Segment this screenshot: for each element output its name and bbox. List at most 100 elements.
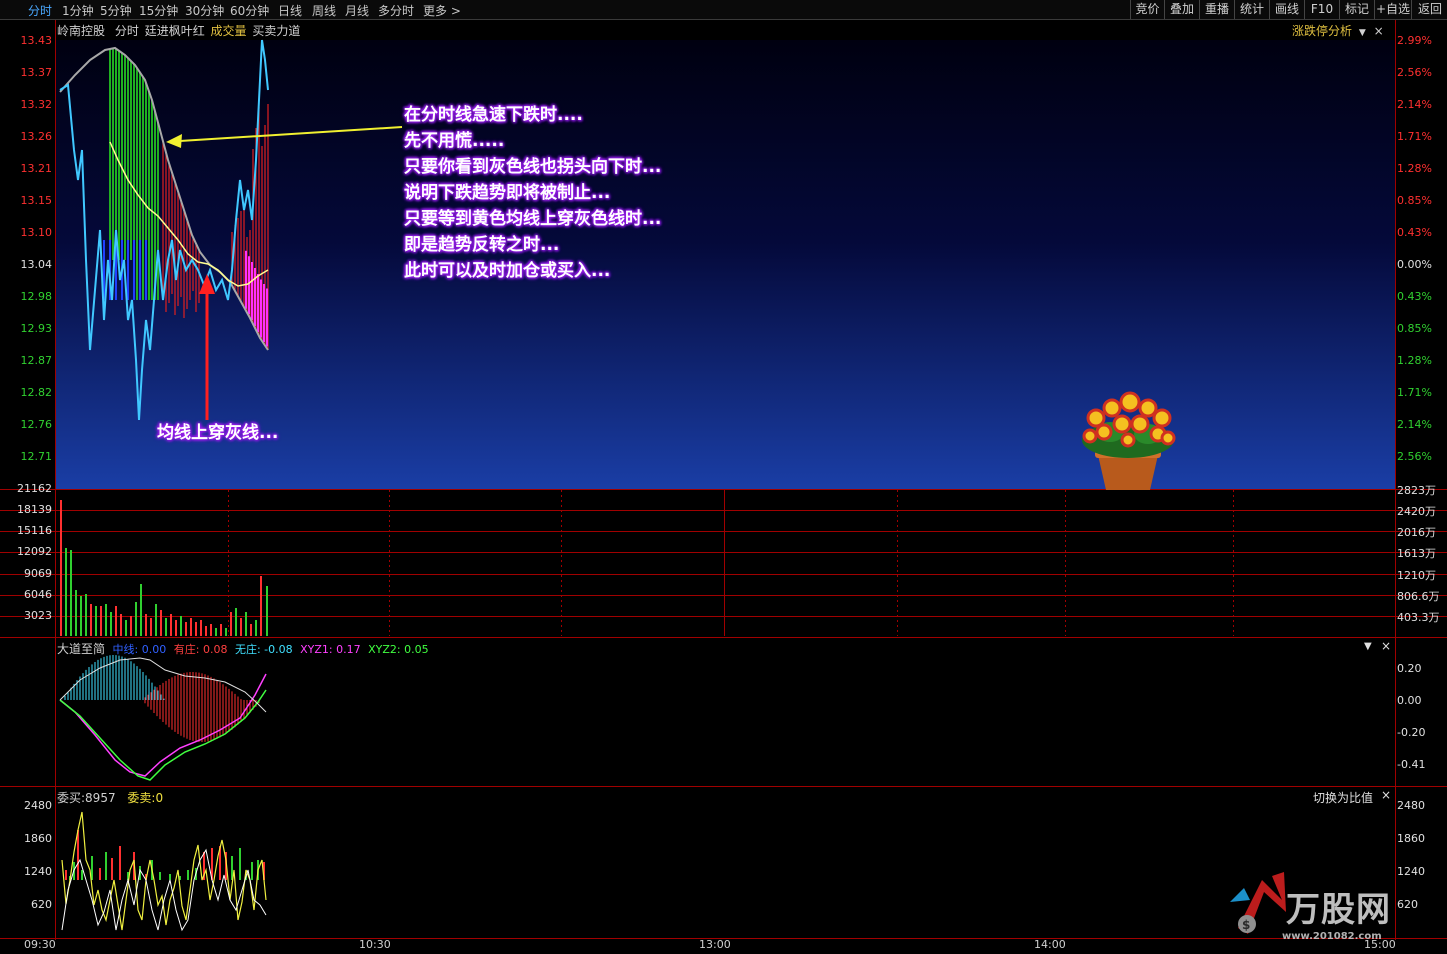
price-tick: 12.82 — [20, 386, 53, 399]
indicator-tick: -0.20 — [1397, 726, 1426, 739]
sell-order-label: 委卖: — [127, 791, 156, 805]
indicator-tick: 0.20 — [1397, 662, 1422, 675]
order-tick: 1860 — [1397, 832, 1425, 845]
close-icon[interactable]: × — [1381, 639, 1391, 653]
price-tick: 12.71 — [20, 450, 53, 463]
price-tick: 13.15 — [20, 194, 53, 207]
time-tick: 15:00 — [1364, 938, 1396, 951]
buy-order-value: 8957 — [85, 791, 116, 805]
pct-tick: 0.85% — [1397, 322, 1432, 335]
volume-amount-tick: 1613万 — [1397, 547, 1436, 560]
price-tick: 13.32 — [20, 98, 53, 111]
intraday-price-line — [59, 39, 269, 421]
indicator-tick: -0.41 — [1397, 758, 1426, 771]
pct-tick: 0.43% — [1397, 290, 1432, 303]
price-tick: 13.43 — [20, 34, 53, 47]
volume-tick: 21162 — [17, 482, 52, 495]
order-tick: 620 — [1397, 898, 1418, 911]
pct-tick: 0.43% — [1397, 226, 1432, 239]
order-header: 委买:8957 委卖:0 — [57, 789, 163, 806]
annotation-arrow-left — [166, 126, 403, 148]
watermark-brand: 万股网 — [1286, 890, 1391, 930]
price-tick: 12.76 — [20, 418, 53, 431]
flower-pot-image — [1082, 391, 1176, 490]
pct-tick: 2.56% — [1397, 450, 1432, 463]
volume-amount-tick: 403.3万 — [1397, 611, 1440, 624]
pct-tick: 2.99% — [1397, 34, 1432, 47]
annotation-line: 即是趋势反转之时... — [404, 235, 560, 255]
indicator-name[interactable]: 大道至简 — [57, 642, 105, 656]
close-icon[interactable]: × — [1374, 24, 1384, 38]
annotation-line: 在分时线急速下跌时.... — [404, 105, 583, 125]
order-tick: 2480 — [24, 799, 52, 812]
indicator-mid: 中线: 0.00 — [112, 643, 167, 656]
annotation-arrow-up — [199, 274, 215, 420]
volume-grid — [0, 510, 1447, 617]
sell-order-value: 0 — [155, 791, 164, 805]
chevron-down-icon[interactable]: ▼ — [1364, 641, 1372, 652]
pct-tick: 2.56% — [1397, 66, 1432, 79]
tab-volume[interactable]: 成交量 — [211, 24, 247, 38]
time-tick: 09:30 — [24, 938, 56, 951]
pct-tick: 1.28% — [1397, 354, 1432, 367]
pct-tick: 0.85% — [1397, 194, 1432, 207]
gray-trend-line — [59, 46, 269, 351]
volume-amount-tick: 2823万 — [1397, 484, 1436, 497]
volume-tick: 15116 — [17, 524, 52, 537]
switch-ratio-button[interactable]: 切换为比值 — [1313, 789, 1373, 806]
order-tick: 620 — [31, 898, 52, 911]
pct-tick: 1.71% — [1397, 130, 1432, 143]
chart-canvas: $ — [0, 20, 1447, 940]
annotation-line: 先不用慌..... — [404, 131, 505, 151]
cross-annotation: 均线上穿灰线... — [157, 423, 279, 443]
order-tick: 1240 — [24, 865, 52, 878]
price-tick: 13.10 — [20, 226, 53, 239]
volume-bars — [60, 500, 268, 636]
order-tick: 1860 — [24, 832, 52, 845]
chevron-down-icon: ▼ — [1358, 28, 1366, 38]
mode-label: 分时 — [114, 24, 139, 38]
watermark-logo-icon: $ — [1230, 872, 1286, 934]
price-tick: 12.98 — [20, 290, 53, 303]
pct-tick: 2.14% — [1397, 418, 1432, 431]
price-panel-header: 岭南控股 分时 廷进枫叶红 成交量 买卖力道 — [57, 22, 300, 39]
price-tick: 13.37 — [20, 66, 53, 79]
pct-tick: 1.71% — [1397, 386, 1432, 399]
volume-tick: 12092 — [17, 545, 52, 558]
price-tick: 13.26 — [20, 130, 53, 143]
indicator-tick: 0.00 — [1397, 694, 1422, 707]
time-tick: 14:00 — [1034, 938, 1066, 951]
annotation-line: 此时可以及时加仓或买入... — [404, 261, 611, 281]
buy-order-label: 委买: — [57, 791, 86, 805]
volume-amount-tick: 1210万 — [1397, 569, 1436, 582]
close-icon[interactable]: × — [1381, 788, 1391, 802]
pct-tick: 0.00% — [1397, 258, 1432, 271]
volume-tick: 3023 — [24, 609, 52, 622]
order-tick: 1240 — [1397, 865, 1425, 878]
svg-text:$: $ — [1242, 918, 1250, 932]
volume-amount-tick: 806.6万 — [1397, 590, 1440, 603]
indicator-with-dealer: 有庄: 0.08 — [173, 643, 228, 656]
volume-tick: 18139 — [17, 503, 52, 516]
annotation-line: 只要你看到灰色线也拐头向下时... — [404, 157, 662, 177]
stock-name: 岭南控股 — [57, 24, 106, 38]
volume-tick: 6046 — [24, 588, 52, 601]
volume-amount-tick: 2420万 — [1397, 505, 1436, 518]
pct-tick: 2.14% — [1397, 98, 1432, 111]
limit-analysis-label: 涨跌停分析 — [1292, 24, 1353, 38]
annotation-line: 说明下跌趋势即将被制止... — [404, 183, 611, 203]
time-tick: 13:00 — [699, 938, 731, 951]
pct-tick: 1.28% — [1397, 162, 1432, 175]
volume-tick: 9069 — [24, 567, 52, 580]
annotation-line: 只要等到黄色均线上穿灰色线时... — [404, 209, 662, 229]
price-tick: 12.93 — [20, 322, 53, 335]
tab-buy-sell-force[interactable]: 买卖力道 — [252, 24, 300, 38]
indicator-header: 大道至简 中线: 0.00 有庄: 0.08 无庄: -0.08 XYZ1: 0… — [57, 640, 429, 657]
order-tick: 2480 — [1397, 799, 1425, 812]
indicator-xyz2: XYZ2: 0.05 — [368, 643, 429, 656]
limit-analysis-link[interactable]: 涨跌停分析 ▼ × — [1292, 22, 1384, 39]
tab-indicator-1[interactable]: 廷进枫叶红 — [145, 24, 205, 38]
indicator-xyz1: XYZ1: 0.17 — [300, 643, 361, 656]
price-tick: 13.04 — [20, 258, 53, 271]
time-tick: 10:30 — [359, 938, 391, 951]
